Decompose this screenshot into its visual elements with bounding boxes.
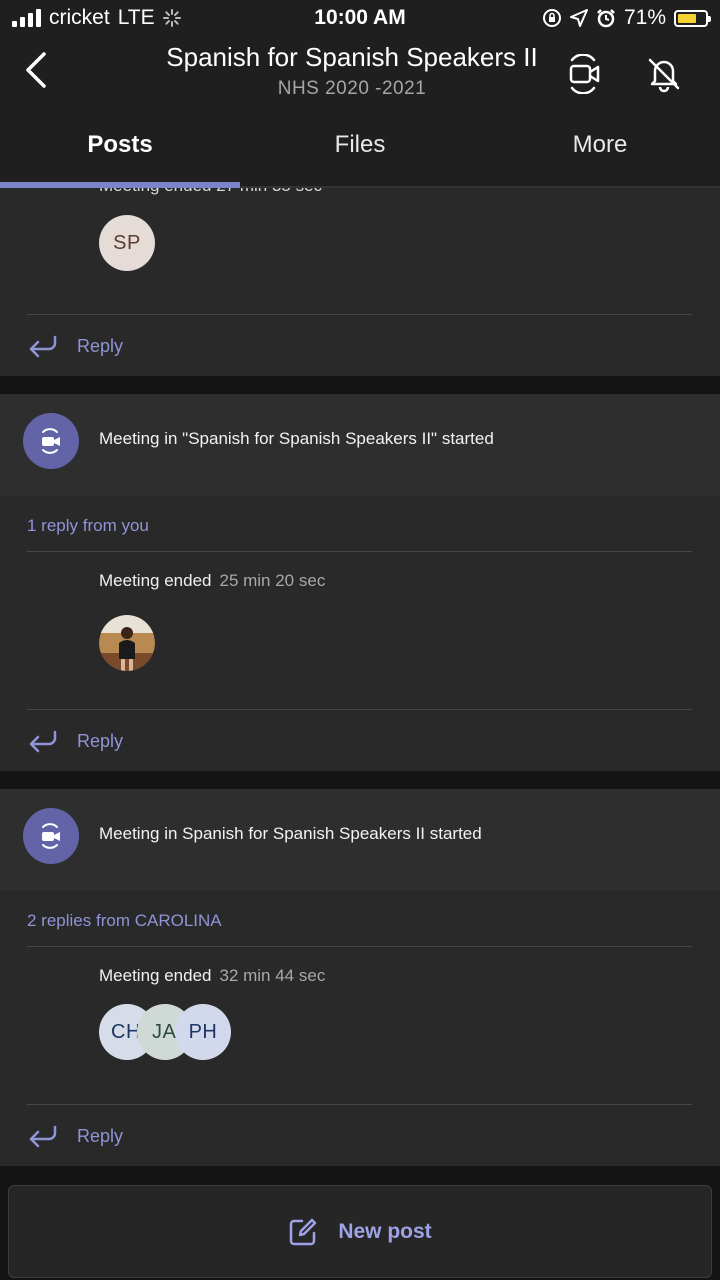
battery-icon (674, 9, 711, 27)
new-post-button[interactable]: New post (8, 1185, 712, 1278)
meet-now-camera-icon[interactable] (565, 54, 605, 94)
tab-files[interactable]: Files (240, 112, 480, 186)
reply-label: Reply (77, 730, 124, 751)
meeting-post-header: Meeting in Spanish for Spanish Speakers … (0, 789, 720, 891)
partial-meeting-ended-text: Meeting ended 27 min 35 sec (99, 188, 322, 196)
alarm-icon (597, 9, 615, 28)
orientation-lock-icon (542, 9, 561, 27)
reply-label: Reply (77, 335, 124, 356)
tab-more[interactable]: More (480, 112, 720, 186)
replies-link[interactable]: 1 reply from you (27, 516, 149, 536)
reply-arrow-icon (29, 1125, 57, 1148)
posts-feed[interactable]: Meeting ended 27 min 35 sec SP Reply Mee… (0, 188, 720, 1180)
reply-arrow-icon (29, 730, 57, 753)
notifications-off-bell-icon[interactable] (644, 54, 684, 94)
reply-arrow-icon (29, 335, 57, 358)
reply-button[interactable]: Reply (27, 729, 123, 753)
meeting-started-text: Meeting in "Spanish for Spanish Speakers… (99, 429, 494, 448)
tab-posts[interactable]: Posts (0, 112, 240, 186)
battery-percent: 71% (623, 6, 666, 29)
reply-button[interactable]: Reply (27, 334, 123, 358)
avatar[interactable]: SP (99, 215, 155, 271)
new-post-label: New post (338, 1219, 432, 1243)
team-subtitle: NHS 2020 -2021 (277, 78, 427, 99)
avatar[interactable]: PH (175, 1004, 231, 1060)
meeting-camera-icon (23, 413, 79, 469)
meeting-duration: 25 min 20 sec (219, 571, 326, 590)
reply-button[interactable]: Reply (27, 1124, 123, 1148)
meeting-ended-text: Meeting ended 25 min 20 sec (99, 571, 326, 590)
post-card: Meeting in "Spanish for Spanish Speakers… (0, 394, 720, 771)
meeting-duration: 32 min 44 sec (219, 966, 326, 985)
compose-icon (290, 1218, 317, 1245)
meeting-camera-icon (23, 808, 79, 864)
meeting-ended-text: Meeting ended 32 min 44 sec (99, 966, 326, 985)
back-chevron-icon[interactable] (22, 50, 52, 90)
meeting-post-header: Meeting in "Spanish for Spanish Speakers… (0, 394, 720, 496)
avatar-photo[interactable] (99, 615, 155, 671)
channel-title: Spanish for Spanish Speakers II (166, 42, 538, 72)
post-card: Meeting in Spanish for Spanish Speakers … (0, 789, 720, 1166)
post-card: Meeting ended 27 min 35 sec SP Reply (0, 188, 720, 376)
reply-label: Reply (77, 1125, 124, 1146)
location-arrow-icon (569, 9, 588, 27)
status-bar: cricket LTE 10:00 AM 71% (0, 0, 720, 36)
replies-link[interactable]: 2 replies from CAROLINA (27, 911, 222, 931)
meeting-started-text: Meeting in Spanish for Spanish Speakers … (99, 824, 482, 843)
app-header: Spanish for Spanish Speakers II NHS 2020… (0, 36, 720, 112)
channel-tabs: Posts Files More (0, 112, 720, 188)
